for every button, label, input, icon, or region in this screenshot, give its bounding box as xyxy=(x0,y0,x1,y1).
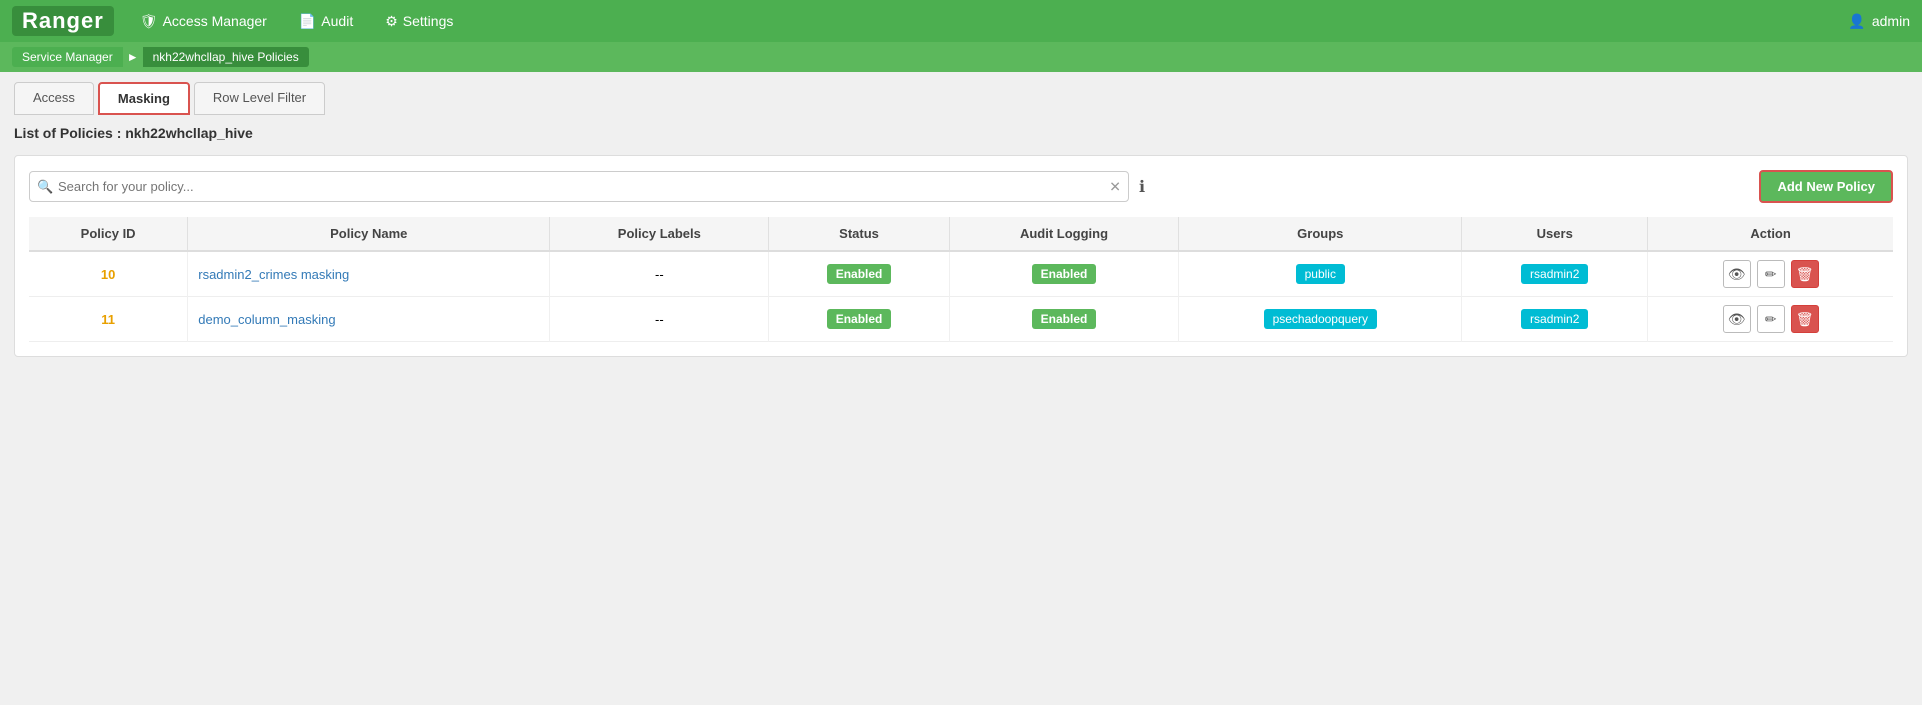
breadcrumb-service-manager[interactable]: Service Manager xyxy=(12,47,123,67)
policy-id-link-2[interactable]: 11 xyxy=(101,312,115,327)
ranger-logo: Ranger xyxy=(12,6,114,36)
search-icon: 🔍 xyxy=(37,179,53,195)
policy-id-link-1[interactable]: 10 xyxy=(101,267,115,282)
edit-button-2[interactable]: ✏ xyxy=(1757,305,1785,333)
cell-policy-id-2: 11 xyxy=(29,297,188,342)
nav-access-manager[interactable]: 🛡 Access Manager xyxy=(134,9,273,34)
delete-button-1[interactable]: 🗑 xyxy=(1791,260,1819,288)
nav-left: Ranger 🛡 Access Manager 📄 Audit ⚙ Settin… xyxy=(12,6,459,36)
cell-policy-name-1: rsadmin2_crimes masking xyxy=(188,251,550,297)
col-policy-id: Policy ID xyxy=(29,217,188,251)
table-row: 10 rsadmin2_crimes masking -- Enabled En… xyxy=(29,251,1893,297)
cell-action-2: 👁 ✏ 🗑 xyxy=(1648,297,1893,342)
edit-button-1[interactable]: ✏ xyxy=(1757,260,1785,288)
top-nav: Ranger 🛡 Access Manager 📄 Audit ⚙ Settin… xyxy=(0,0,1922,42)
user-icon: 👤 xyxy=(1848,13,1865,30)
col-status: Status xyxy=(769,217,949,251)
search-input-wrap: 🔍 ✕ xyxy=(29,171,1129,202)
cell-policy-name-2: demo_column_masking xyxy=(188,297,550,342)
doc-icon: 📄 xyxy=(299,13,316,30)
status-badge-2: Enabled xyxy=(827,309,892,329)
cell-status-1: Enabled xyxy=(769,251,949,297)
search-row: 🔍 ✕ ℹ Add New Policy xyxy=(29,170,1893,203)
cell-audit-2: Enabled xyxy=(949,297,1179,342)
view-button-2[interactable]: 👁 xyxy=(1723,305,1751,333)
action-icons-1: 👁 ✏ 🗑 xyxy=(1658,260,1883,288)
nav-audit[interactable]: 📄 Audit xyxy=(293,9,359,34)
audit-badge-1: Enabled xyxy=(1032,264,1097,284)
nav-audit-label: Audit xyxy=(321,13,353,29)
cell-action-1: 👁 ✏ 🗑 xyxy=(1648,251,1893,297)
gear-icon: ⚙ xyxy=(385,13,398,30)
cell-labels-2: -- xyxy=(550,297,769,342)
policy-table-container: 🔍 ✕ ℹ Add New Policy Policy ID Policy Na… xyxy=(14,155,1908,357)
col-users: Users xyxy=(1462,217,1648,251)
table-header: Policy ID Policy Name Policy Labels Stat… xyxy=(29,217,1893,251)
policy-table: Policy ID Policy Name Policy Labels Stat… xyxy=(29,217,1893,342)
cell-status-2: Enabled xyxy=(769,297,949,342)
policy-name-link-1[interactable]: rsadmin2_crimes masking xyxy=(198,267,349,282)
status-badge-1: Enabled xyxy=(827,264,892,284)
tab-row-level-filter[interactable]: Row Level Filter xyxy=(194,82,325,115)
action-icons-2: 👁 ✏ 🗑 xyxy=(1658,305,1883,333)
user-badge-1: rsadmin2 xyxy=(1521,264,1588,284)
cell-audit-1: Enabled xyxy=(949,251,1179,297)
search-left: 🔍 ✕ ℹ xyxy=(29,171,1759,202)
col-action: Action xyxy=(1648,217,1893,251)
cell-policy-id-1: 10 xyxy=(29,251,188,297)
col-policy-name: Policy Name xyxy=(188,217,550,251)
nav-settings[interactable]: ⚙ Settings xyxy=(379,9,459,34)
nav-settings-label: Settings xyxy=(403,13,454,29)
view-button-1[interactable]: 👁 xyxy=(1723,260,1751,288)
content-area: Access Masking Row Level Filter List of … xyxy=(0,72,1922,367)
table-row: 11 demo_column_masking -- Enabled Enable… xyxy=(29,297,1893,342)
cell-users-2: rsadmin2 xyxy=(1462,297,1648,342)
user-menu[interactable]: 👤 admin xyxy=(1848,13,1910,30)
page-heading: List of Policies : nkh22whcllap_hive xyxy=(14,125,1908,141)
add-new-policy-button[interactable]: Add New Policy xyxy=(1759,170,1893,203)
policy-name-link-2[interactable]: demo_column_masking xyxy=(198,312,335,327)
cell-groups-1: public xyxy=(1179,251,1462,297)
search-input[interactable] xyxy=(29,171,1129,202)
audit-badge-2: Enabled xyxy=(1032,309,1097,329)
tab-access[interactable]: Access xyxy=(14,82,94,115)
tab-masking[interactable]: Masking xyxy=(98,82,190,115)
col-policy-labels: Policy Labels xyxy=(550,217,769,251)
cell-users-1: rsadmin2 xyxy=(1462,251,1648,297)
breadcrumb: Service Manager ► nkh22whcllap_hive Poli… xyxy=(0,42,1922,72)
cell-groups-2: psechadoopquery xyxy=(1179,297,1462,342)
col-audit-logging: Audit Logging xyxy=(949,217,1179,251)
breadcrumb-arrow: ► xyxy=(123,50,143,64)
nav-access-manager-label: Access Manager xyxy=(163,13,267,29)
policy-tabs: Access Masking Row Level Filter xyxy=(14,82,1908,115)
group-badge-1: public xyxy=(1296,264,1345,284)
user-badge-2: rsadmin2 xyxy=(1521,309,1588,329)
username: admin xyxy=(1872,13,1910,29)
group-badge-2: psechadoopquery xyxy=(1264,309,1377,329)
col-groups: Groups xyxy=(1179,217,1462,251)
clear-search-icon[interactable]: ✕ xyxy=(1109,178,1121,195)
shield-icon: 🛡 xyxy=(140,13,158,30)
table-body: 10 rsadmin2_crimes masking -- Enabled En… xyxy=(29,251,1893,342)
delete-button-2[interactable]: 🗑 xyxy=(1791,305,1819,333)
breadcrumb-current: nkh22whcllap_hive Policies xyxy=(143,47,309,67)
info-icon[interactable]: ℹ xyxy=(1139,177,1145,197)
cell-labels-1: -- xyxy=(550,251,769,297)
